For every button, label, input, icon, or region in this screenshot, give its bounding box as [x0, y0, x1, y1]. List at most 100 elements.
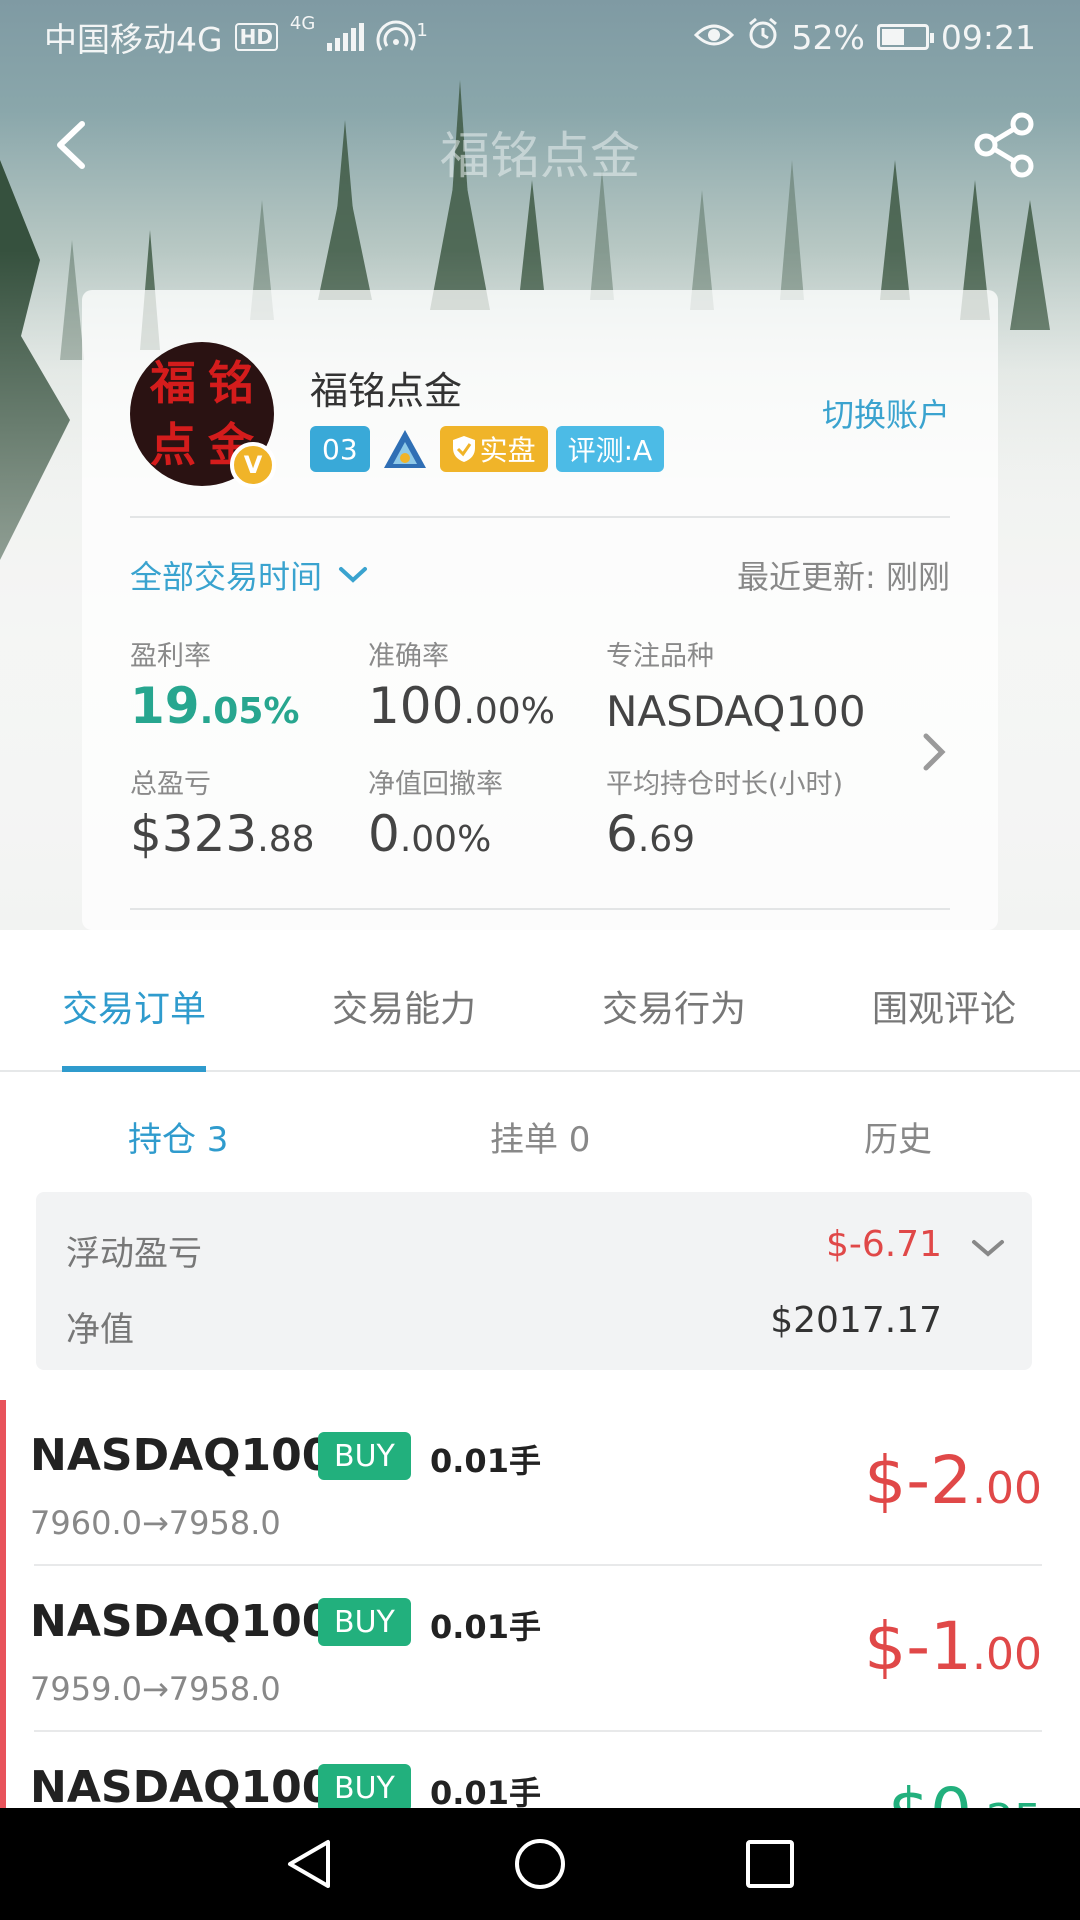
avatar-char: 铭 [208, 356, 254, 410]
eye-comfort-icon [693, 18, 734, 57]
stat-value-int: 19 [130, 677, 200, 735]
circle-home-icon [515, 1839, 565, 1889]
stat-label: 盈利率 [130, 641, 211, 672]
time-filter-label: 全部交易时间 [130, 558, 323, 596]
nav-back-button[interactable] [282, 1836, 338, 1892]
floating-pl-value: $-6.71 [825, 1224, 942, 1265]
positions-list: NASDAQ100 BUY 0.01手 7960.0→7958.0 $-2.00… [0, 1400, 1080, 1808]
stat-value: 0.00% [368, 805, 503, 863]
stat-value-int: 0 [368, 805, 400, 863]
alarm-icon [746, 16, 780, 58]
position-lots: 0.01手 [430, 1608, 541, 1646]
nav-bar: 福铭点金 [0, 74, 1080, 214]
avatar-char: 福 [150, 356, 196, 410]
direction-badge: BUY [318, 1764, 411, 1808]
pl-dec: .00 [972, 1629, 1042, 1680]
battery-percent: 52% [791, 17, 865, 57]
stat-accuracy: 准确率 100.00% [368, 634, 555, 735]
stat-value-dec: .05% [199, 691, 300, 732]
divider [130, 516, 950, 518]
profile-card: 福 铭 点 金 V 福铭点金 03 实盘 评测:A 切换账户 全部交易时间 最近… [82, 290, 998, 930]
status-left: 中国移动4G HD 4G 1 [44, 13, 428, 61]
main-tabs: 交易订单 交易能力 交易行为 围观评论 [0, 930, 1080, 1072]
position-pl: $-1.00 [864, 1608, 1042, 1685]
chevron-down-icon [972, 1240, 1004, 1257]
pl-dec: .25 [972, 1795, 1042, 1808]
stat-value-int: 100 [368, 677, 464, 735]
position-lots: 0.01手 [430, 1442, 541, 1480]
row-accent [0, 1400, 6, 1566]
summary-expand-button[interactable] [970, 1236, 1006, 1260]
stat-label: 总盈亏 [130, 769, 211, 800]
triangle-back-icon [288, 1840, 330, 1888]
row-accent [0, 1566, 6, 1732]
shield-check-icon [452, 436, 475, 462]
pl-dec: .00 [972, 1463, 1042, 1514]
chevron-right-icon [923, 733, 946, 771]
stats-detail-button[interactable] [914, 722, 954, 782]
verified-icon: V [230, 442, 276, 488]
switch-account-link[interactable]: 切换账户 [822, 390, 950, 436]
pl-int: $0 [888, 1774, 972, 1808]
tab-behavior[interactable]: 交易行为 [602, 980, 746, 1032]
rank-triangle-icon [378, 426, 432, 472]
position-symbol: NASDAQ100 [30, 1762, 333, 1808]
chevron-down-icon [339, 567, 368, 583]
carrier-label: 中国移动4G [44, 20, 223, 59]
stat-focus-symbol: 专注品种 NASDAQ100 [606, 634, 866, 736]
stat-label: 准确率 [368, 641, 449, 672]
hotspot-icon: 1 [376, 20, 428, 54]
time-filter-dropdown[interactable]: 全部交易时间 [130, 552, 368, 598]
pl-int: $-1 [864, 1608, 973, 1685]
position-summary: 浮动盈亏 $-6.71 净值 $2017.17 [36, 1192, 1032, 1370]
nav-recents-button[interactable] [742, 1836, 798, 1892]
share-icon [974, 112, 1034, 178]
subtab-pending[interactable]: 挂单 0 [490, 1112, 590, 1161]
tab-comments[interactable]: 围观评论 [872, 980, 1016, 1032]
stat-value: 100.00% [368, 677, 555, 735]
equity-label: 净值 [66, 1310, 134, 1350]
subtab-history[interactable]: 历史 [864, 1112, 932, 1161]
stat-value-int: $323 [130, 805, 258, 863]
stat-label: 专注品种 [606, 641, 714, 672]
stat-value: 6.69 [606, 805, 843, 863]
list-item[interactable]: NASDAQ100 BUY 0.01手 $0.25 [0, 1732, 1080, 1808]
tab-ability[interactable]: 交易能力 [332, 980, 476, 1032]
direction-badge: BUY [318, 1598, 411, 1646]
share-button[interactable] [970, 110, 1040, 180]
stat-value: $323.88 [130, 805, 315, 863]
nav-home-button[interactable] [512, 1836, 568, 1892]
row-accent [0, 1732, 6, 1808]
network-type: 4G [289, 13, 316, 34]
pl-int: $-2 [864, 1442, 973, 1519]
real-account-badge: 实盘 [439, 426, 548, 472]
signal-icon [327, 23, 365, 51]
stat-value-dec: .69 [637, 819, 696, 860]
position-price: 7960.0→7958.0 [30, 1504, 281, 1542]
stat-value-dec: .00% [463, 691, 555, 732]
hotspot-count: 1 [416, 20, 428, 41]
battery-level [881, 29, 904, 45]
divider [130, 908, 950, 910]
battery-icon [876, 24, 934, 50]
last-update: 最近更新: 刚刚 [737, 558, 950, 596]
position-symbol: NASDAQ100 [30, 1596, 333, 1647]
stat-value: 19.05% [130, 677, 299, 735]
status-right: 52% 09:21 [693, 16, 1036, 58]
list-item[interactable]: NASDAQ100 BUY 0.01手 7959.0→7958.0 $-1.00 [0, 1566, 1080, 1732]
account-name: 福铭点金 [310, 369, 463, 413]
stat-label: 平均持仓时长(小时) [606, 769, 844, 800]
stat-total-pl: 总盈亏 $323.88 [130, 762, 315, 863]
subtab-positions[interactable]: 持仓 3 [128, 1112, 228, 1161]
position-pl: $-2.00 [864, 1442, 1042, 1519]
stat-value-dec: .88 [257, 819, 315, 860]
position-pl: $0.25 [888, 1774, 1042, 1808]
equity-value: $2017.17 [770, 1300, 942, 1341]
list-item[interactable]: NASDAQ100 BUY 0.01手 7960.0→7958.0 $-2.00 [0, 1400, 1080, 1566]
tab-orders[interactable]: 交易订单 [62, 980, 206, 1032]
real-account-label: 实盘 [479, 434, 536, 467]
position-symbol: NASDAQ100 [30, 1430, 333, 1481]
avatar-char: 点 [150, 418, 196, 472]
stat-avg-hold: 平均持仓时长(小时) 6.69 [606, 762, 843, 863]
system-nav-bar [0, 1808, 1080, 1920]
